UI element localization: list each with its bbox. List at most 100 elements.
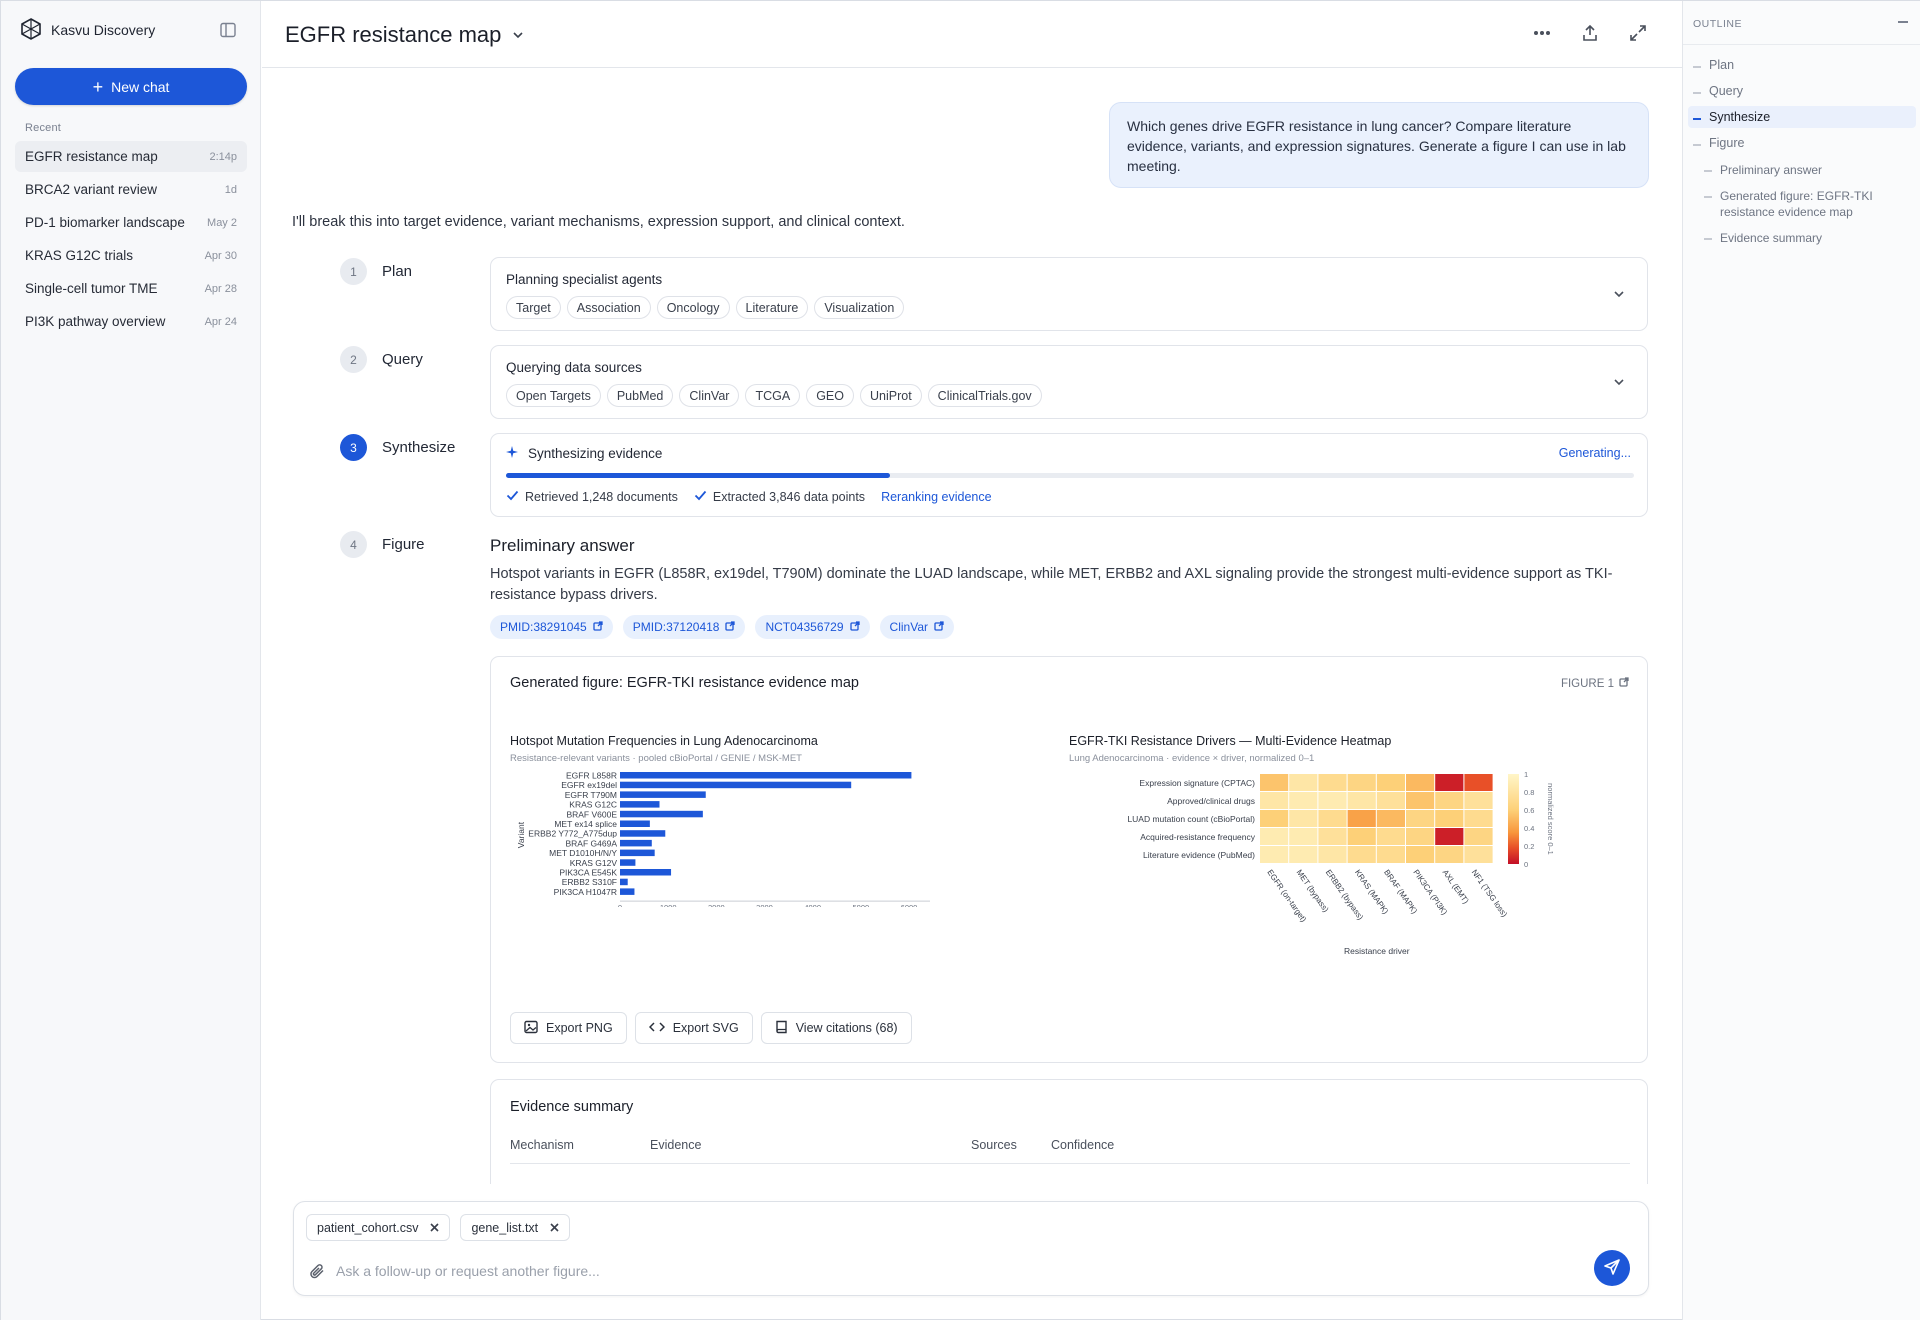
citation-link[interactable]: ClinVar — [879, 615, 954, 639]
chat-item[interactable]: PD-1 biomarker landscape May 2 — [15, 207, 247, 238]
page-title-text: EGFR resistance map — [285, 22, 502, 47]
bar-category-label: PIK3CA E545K — [559, 868, 617, 878]
source-chip: PubMed — [606, 384, 674, 407]
colorbar-tick-label: 0.6 — [1524, 806, 1534, 815]
bar — [620, 839, 652, 847]
outline-item-label: Plan — [1709, 58, 1735, 72]
page-title[interactable]: EGFR resistance map — [285, 22, 525, 48]
chat-item[interactable]: Single-cell tumor TME Apr 28 — [15, 273, 247, 304]
figure-label[interactable]: FIGURE 1 — [1561, 677, 1629, 690]
topbar: EGFR resistance map — [262, 1, 1682, 68]
file-chip[interactable]: patient_cohort.csv — [306, 1214, 451, 1241]
heatmap-cell — [1406, 810, 1435, 827]
more-icon[interactable] — [1532, 23, 1552, 43]
x-tick-label: 6000 — [901, 903, 918, 907]
column-header[interactable]: Confidence — [1051, 1138, 1114, 1152]
heatmap-cell — [1435, 792, 1464, 809]
outline-item-plan[interactable]: Plan — [1693, 58, 1913, 72]
brand[interactable]: Kasvu Discovery — [21, 17, 156, 41]
citation-link[interactable]: PMID:37120418 — [622, 615, 746, 639]
source-chip: GEO — [806, 384, 854, 407]
outline-subitem[interactable]: Evidence summary — [1704, 230, 1909, 246]
citation-label: PMID:38291045 — [500, 620, 587, 634]
chat-title: KRAS G12C trials — [25, 248, 134, 263]
chat-time: 1d — [224, 183, 237, 196]
sidebar-toggle-icon[interactable] — [219, 21, 237, 39]
export-png-button[interactable]: Export PNG — [510, 1012, 627, 1044]
bar — [620, 791, 706, 798]
outline-marker — [1693, 118, 1701, 120]
bar-category-label: EGFR ex19del — [561, 780, 617, 790]
followup-input[interactable] — [336, 1258, 1536, 1284]
column-header[interactable]: Sources — [971, 1138, 1017, 1152]
outline-item-synthesize[interactable]: Synthesize — [1688, 106, 1916, 128]
heatmap-column-label: NF1 (TSG loss) — [1470, 868, 1509, 919]
composer: patient_cohort.csv gene_list.txt — [293, 1201, 1649, 1296]
step-label-plan: Plan — [382, 263, 413, 280]
heatmap-cell — [1435, 828, 1464, 845]
heatmap-cell — [1347, 828, 1376, 845]
bar-chart-subtitle: Resistance-relevant variants · pooled cB… — [510, 753, 802, 764]
agent-chip: Literature — [735, 296, 809, 319]
send-button[interactable] — [1594, 1250, 1630, 1286]
export-svg-label: Export SVG — [672, 1021, 739, 1035]
x-tick-label: 0 — [618, 903, 622, 907]
column-header[interactable]: Mechanism — [510, 1138, 574, 1152]
view-citations-button[interactable]: View citations (68) — [760, 1012, 912, 1044]
paperclip-icon[interactable] — [308, 1262, 326, 1280]
share-icon[interactable] — [1580, 23, 1600, 43]
outline-item-query[interactable]: Query — [1693, 84, 1913, 98]
bar — [620, 830, 666, 837]
minimize-icon[interactable] — [1898, 21, 1908, 23]
chat-time: Apr 24 — [204, 315, 237, 328]
check-item: Extracted 3,846 data points — [694, 490, 865, 504]
view-citations-label: View citations (68) — [795, 1021, 898, 1035]
bar-chart-title: Hotspot Mutation Frequencies in Lung Ade… — [510, 734, 818, 748]
bar-category-label: MET D1010H/N/Y — [549, 848, 617, 858]
file-name: patient_cohort.csv — [317, 1220, 419, 1235]
query-card[interactable]: Querying data sources Open Targets PubMe… — [490, 345, 1648, 419]
code-icon — [648, 1021, 665, 1036]
outline-marker — [1704, 196, 1712, 198]
heatmap-cell — [1289, 846, 1318, 863]
bar — [620, 772, 912, 779]
export-svg-button[interactable]: Export SVG — [634, 1012, 753, 1044]
close-icon[interactable] — [550, 1221, 559, 1235]
heatmap-cell — [1376, 774, 1405, 791]
heatmap-cell — [1318, 810, 1347, 827]
chat-title: PD-1 biomarker landscape — [25, 215, 185, 230]
evidence-summary-card: Evidence summary Mechanism Evidence Sour… — [490, 1079, 1648, 1184]
outline-marker — [1693, 92, 1701, 94]
external-link-icon — [934, 620, 944, 634]
check-item: Retrieved 1,248 documents — [506, 490, 678, 504]
source-chip: TCGA — [745, 384, 801, 407]
colorbar-tick-label: 0.8 — [1524, 788, 1534, 797]
outline-item-figure[interactable]: Figure — [1693, 136, 1913, 150]
citation-link[interactable]: NCT04356729 — [755, 615, 870, 639]
expand-icon[interactable] — [1628, 23, 1648, 43]
chat-item[interactable]: BRCA2 variant review 1d — [15, 174, 247, 205]
chat-item[interactable]: PI3K pathway overview Apr 24 — [15, 306, 247, 337]
column-header[interactable]: Evidence — [650, 1138, 701, 1152]
outline-subitem[interactable]: Preliminary answer — [1704, 162, 1909, 178]
chevron-down-icon — [511, 22, 525, 48]
chat-item[interactable]: EGFR resistance map 2:14p — [15, 141, 247, 172]
chevron-down-icon[interactable] — [1611, 286, 1627, 302]
close-icon[interactable] — [430, 1221, 440, 1235]
heatmap-cell — [1318, 774, 1347, 791]
new-chat-button[interactable]: + New chat — [15, 68, 247, 105]
source-chip: UniProt — [859, 384, 922, 407]
app-window: Kasvu Discovery + New chat Recent EGFR r… — [0, 0, 1920, 1320]
file-chip[interactable]: gene_list.txt — [460, 1214, 571, 1241]
chevron-down-icon[interactable] — [1611, 374, 1627, 390]
chat-item[interactable]: KRAS G12C trials Apr 30 — [15, 240, 247, 271]
citation-link[interactable]: PMID:38291045 — [490, 615, 613, 639]
outline-subitem[interactable]: Generated figure: EGFR-TKI resistance ev… — [1704, 188, 1909, 220]
brand-name: Kasvu Discovery — [51, 22, 156, 38]
outline-marker — [1704, 238, 1712, 240]
plan-card[interactable]: Planning specialist agents Target Associ… — [490, 257, 1648, 331]
y-axis-label: Variant — [516, 821, 526, 848]
agent-chip: Visualization — [814, 296, 905, 319]
bar-category-label: BRAF G469A — [566, 838, 618, 848]
heatmap-subtitle: Lung Adenocarcinoma · evidence × driver,… — [1069, 753, 1315, 764]
